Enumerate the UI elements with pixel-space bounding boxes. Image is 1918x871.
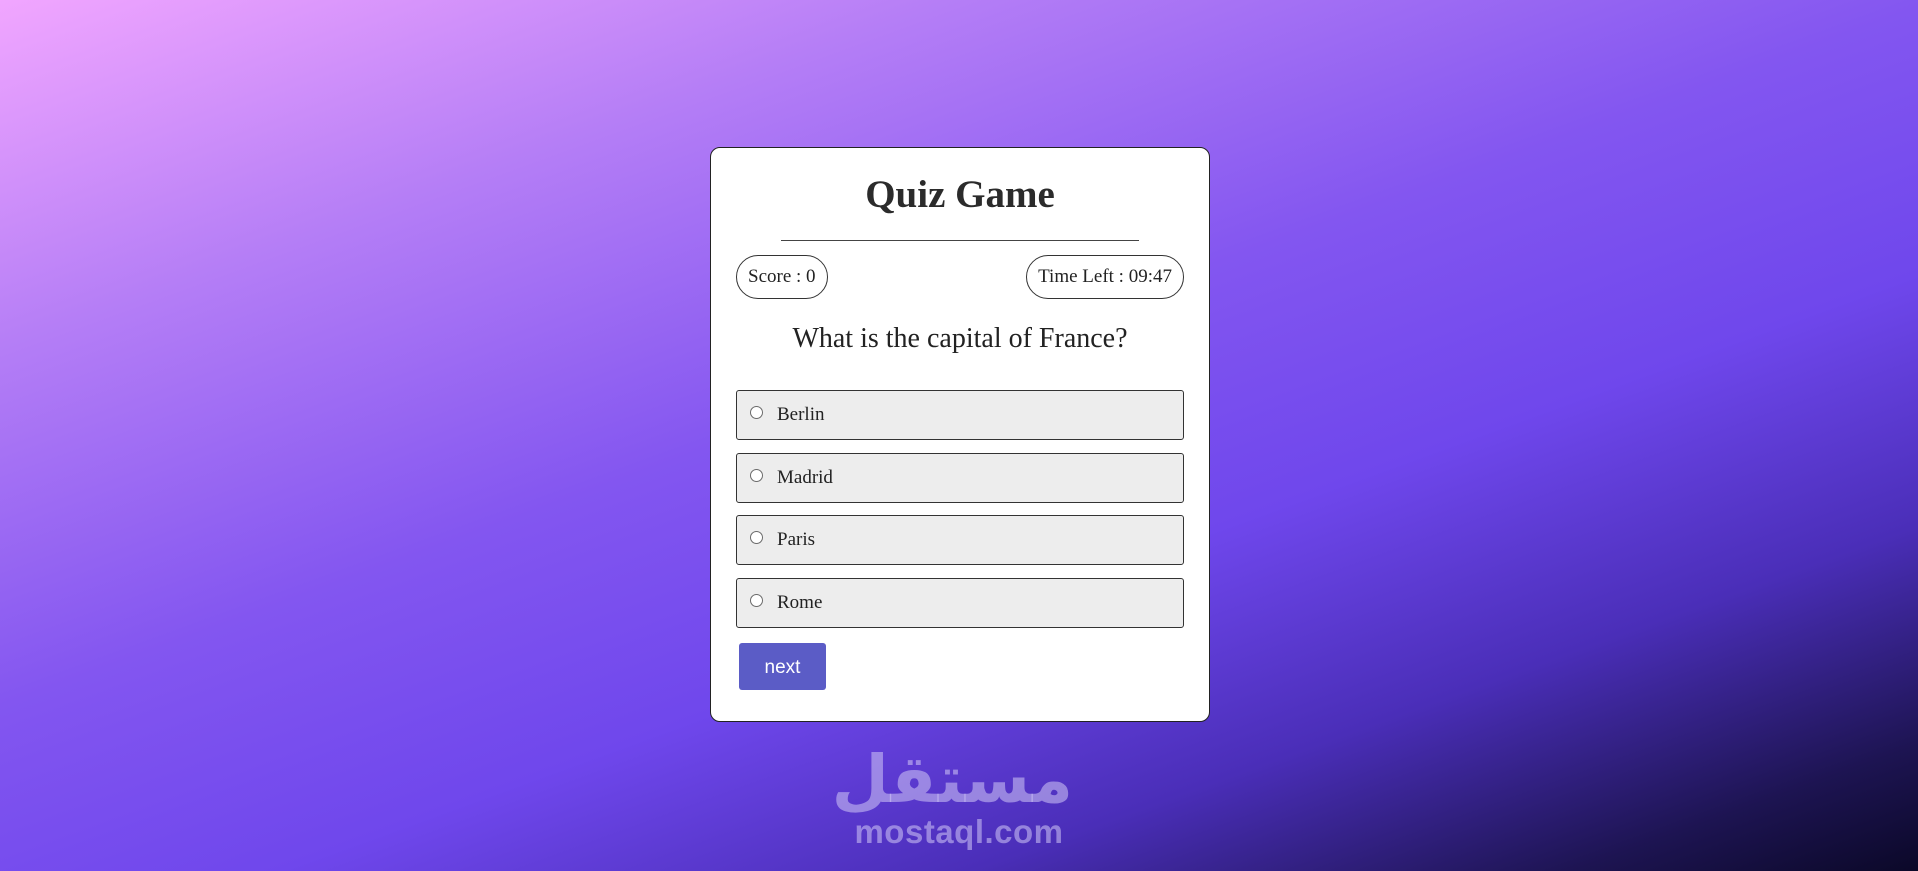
next-button[interactable]: next <box>739 643 826 690</box>
option-label: Rome <box>777 592 823 613</box>
score-badge: Score : 0 <box>736 255 828 299</box>
question-text: What is the capital of France? <box>792 323 1128 354</box>
watermark-arabic-text: مستقل <box>831 741 1073 818</box>
option-berlin[interactable]: Berlin <box>736 390 1184 440</box>
radio-button[interactable] <box>750 531 763 544</box>
radio-button[interactable] <box>750 469 763 482</box>
radio-button[interactable] <box>750 406 763 419</box>
option-label: Madrid <box>777 467 833 488</box>
mostaql-watermark-logo: مستقل mostaql.com <box>831 741 1073 850</box>
option-label: Berlin <box>777 404 825 425</box>
radio-button[interactable] <box>750 594 763 607</box>
quiz-card: Quiz Game Score : 0 Time Left : 09:47 Wh… <box>710 147 1210 722</box>
option-paris[interactable]: Paris <box>736 515 1184 565</box>
option-rome[interactable]: Rome <box>736 578 1184 628</box>
timer-badge: Time Left : 09:47 <box>1026 255 1184 299</box>
title-divider <box>781 240 1139 241</box>
option-madrid[interactable]: Madrid <box>736 453 1184 503</box>
page-title: Quiz Game <box>865 173 1055 216</box>
watermark-latin-text: mostaql.com <box>854 813 1064 850</box>
option-label: Paris <box>777 529 815 550</box>
